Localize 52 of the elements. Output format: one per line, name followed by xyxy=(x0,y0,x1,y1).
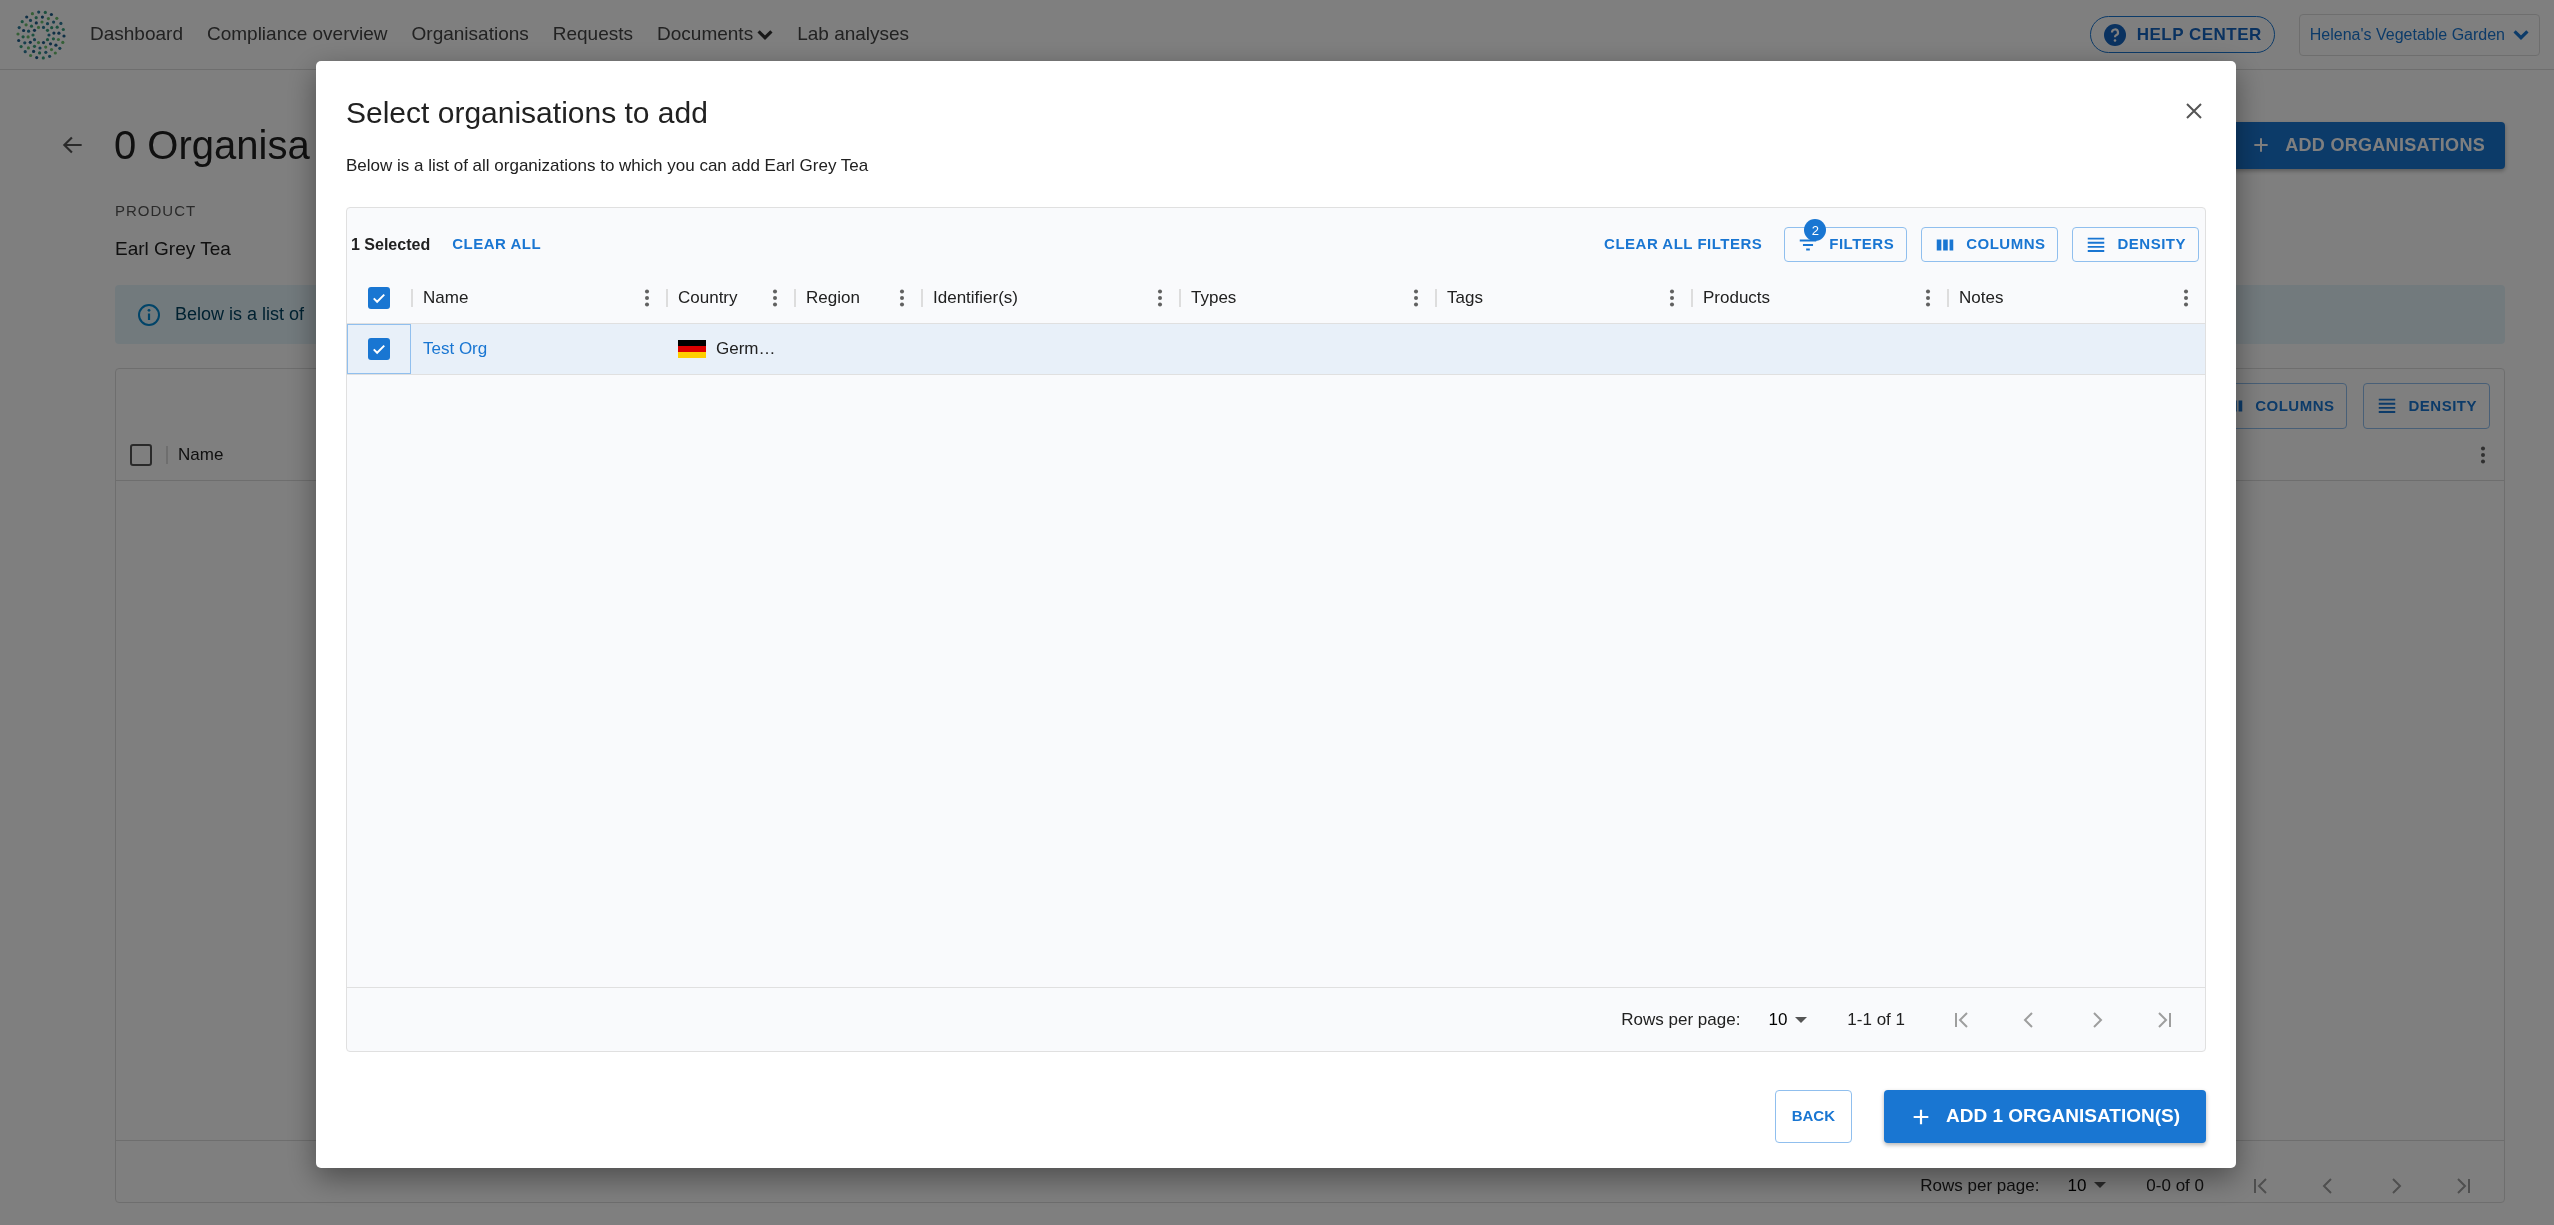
select-all-checkbox[interactable] xyxy=(368,287,390,309)
dropdown-caret-icon xyxy=(1795,1016,1808,1023)
column-header[interactable]: Region xyxy=(806,285,891,311)
table-cell-text: Germ… xyxy=(716,337,776,360)
help-center-button[interactable]: HELP CENTER xyxy=(2089,15,2275,54)
dropdown-caret-icon xyxy=(2094,1182,2107,1189)
nav-link[interactable]: Dashboard xyxy=(90,20,183,49)
rows-per-page-label: Rows per page: xyxy=(1920,1174,2040,1197)
nav-link[interactable]: Organisations xyxy=(411,20,529,49)
alert-text: Below is a list of xyxy=(175,303,305,326)
select-all-checkbox[interactable] xyxy=(130,443,152,466)
page-title: 0 Organisa xyxy=(114,122,310,169)
column-header[interactable]: Name xyxy=(423,285,636,311)
chevron-down-icon xyxy=(2513,29,2529,40)
column-header[interactable]: Notes xyxy=(1959,285,2175,311)
row-checkbox[interactable] xyxy=(368,337,390,360)
clear-all-filters-button[interactable]: CLEAR ALL FILTERS xyxy=(1596,233,1771,256)
rows-per-page-select[interactable]: 10 xyxy=(2059,1172,2115,1198)
page-range: 1-1 of 1 xyxy=(1847,1008,1905,1031)
field-label: PRODUCT xyxy=(115,201,197,221)
dialog-title: Select organisations to add xyxy=(346,95,709,131)
clear-all-button[interactable]: CLEAR ALL xyxy=(444,233,550,256)
density-button[interactable]: DENSITY xyxy=(2363,383,2490,429)
columns-button[interactable]: COLUMNS xyxy=(1921,227,2059,262)
flag-icon xyxy=(678,339,706,358)
selected-count: 1 Selected xyxy=(351,234,431,255)
column-header: Name xyxy=(178,443,225,466)
nav-dropdown[interactable]: Documents xyxy=(657,20,774,49)
column-header[interactable]: Identifier(s) xyxy=(933,285,1149,311)
density-button[interactable]: DENSITY xyxy=(2072,227,2199,262)
help-icon xyxy=(2102,22,2127,47)
column-header[interactable]: Tags xyxy=(1447,285,1661,311)
rows-per-page-label: Rows per page: xyxy=(1621,1008,1741,1031)
column-header[interactable]: Country xyxy=(678,285,764,311)
organisation-link[interactable]: Test Org xyxy=(411,338,488,358)
field-value: Earl Grey Tea xyxy=(115,236,231,261)
column-header[interactable]: Types xyxy=(1191,285,1405,311)
filter-count-badge: 2 xyxy=(1804,219,1827,242)
logo-icon[interactable] xyxy=(16,9,66,60)
info-icon xyxy=(137,302,161,327)
nav-link[interactable]: Requests xyxy=(552,20,634,49)
nav-link[interactable]: Lab analyses xyxy=(797,20,910,49)
column-header[interactable]: Products xyxy=(1703,285,1917,311)
dialog-description: Below is a list of all organizations to which you can add Earl Grey Tea xyxy=(346,155,870,177)
table-row[interactable]: Test Org Germ… xyxy=(347,323,2205,375)
rows-per-page-select[interactable]: 10 xyxy=(1760,1006,1816,1033)
add-organisations-button[interactable]: ADD 1 ORGANISATION(S) xyxy=(1884,1090,2206,1143)
back-button[interactable]: BACK xyxy=(1774,1090,1852,1143)
chevron-down-icon xyxy=(757,29,774,40)
page-range: 0-0 of 0 xyxy=(2146,1174,2204,1197)
account-dropdown[interactable]: Helena's Vegetable Garden xyxy=(2298,13,2540,56)
nav-link[interactable]: Compliance overview xyxy=(206,20,388,49)
